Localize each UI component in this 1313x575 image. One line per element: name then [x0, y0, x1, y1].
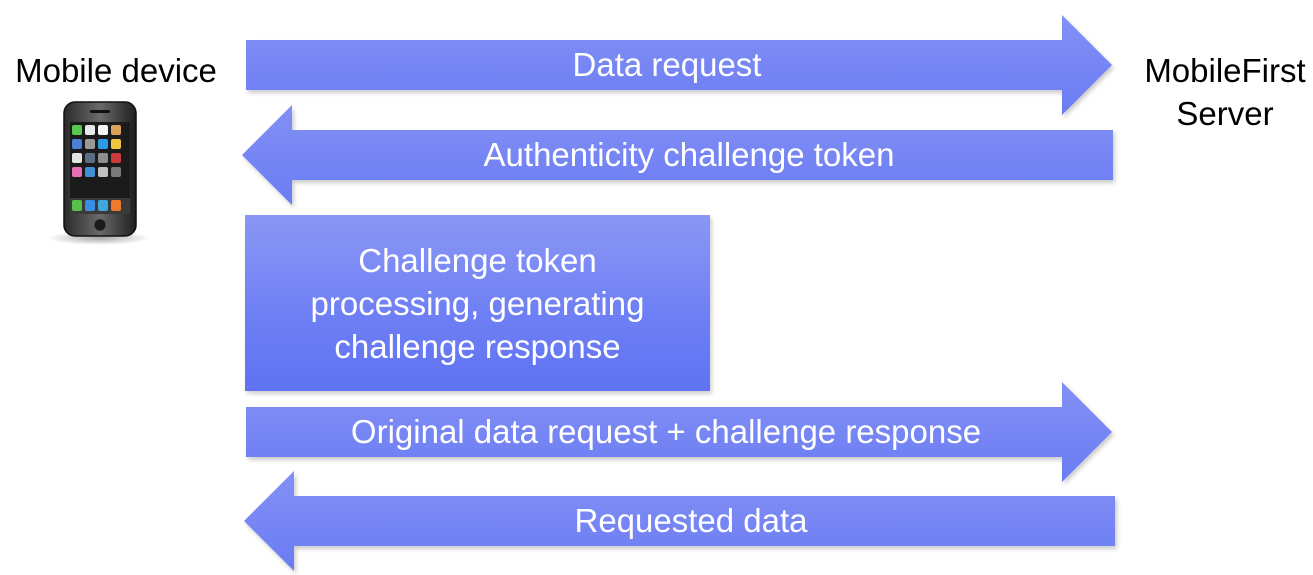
challenge-processing-label: Challenge token processing, generating c…: [310, 241, 645, 365]
mobile-device-label: Mobile device: [15, 52, 217, 89]
mobilefirst-server-label: MobileFirst Server: [1144, 52, 1306, 132]
message-label-data-request: Data request: [572, 46, 762, 83]
smartphone-icon: [47, 101, 151, 245]
challenge-processing-box: Challenge token processing, generating c…: [245, 215, 710, 391]
message-label-requested-data: Requested data: [574, 502, 808, 539]
message-label-original-data-request: Original data request + challenge respon…: [350, 413, 982, 450]
message-label-authenticity-challenge-token: Authenticity challenge token: [483, 136, 895, 173]
